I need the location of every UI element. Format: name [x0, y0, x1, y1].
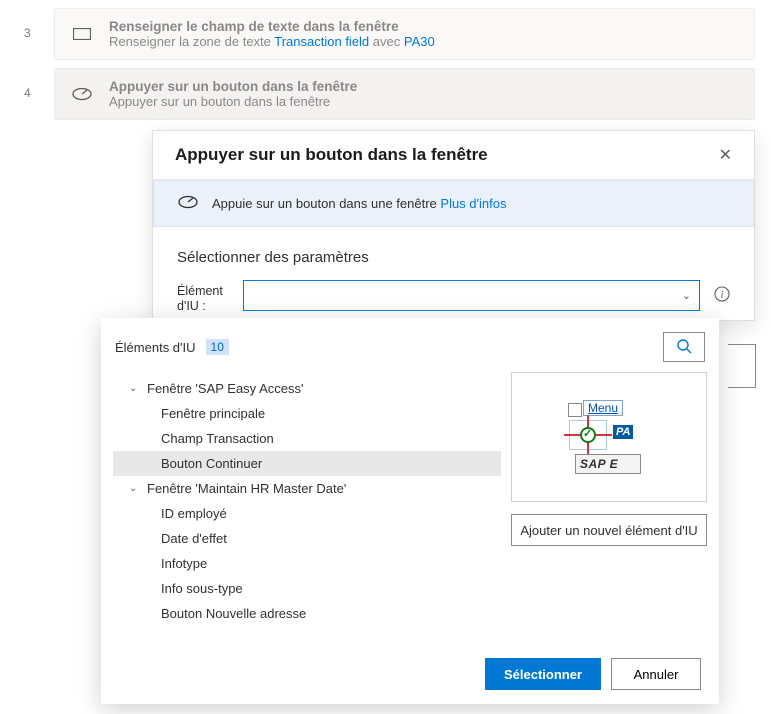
- action-dialog: Appuyer sur un bouton dans la fenêtre ✕ …: [152, 130, 755, 321]
- info-text: Appuie sur un bouton dans une fenêtre Pl…: [212, 196, 506, 211]
- preview-column: Menu PA SAP E Ajouter un nouvel élément …: [511, 372, 707, 644]
- step-4: 4 Appuyer sur un bouton dans la fenêtre …: [0, 68, 771, 128]
- check-icon: [580, 427, 596, 443]
- info-icon[interactable]: i: [714, 286, 730, 305]
- tree-item[interactable]: Date d'effet: [113, 526, 501, 551]
- picker-body: ⌄ Fenêtre 'SAP Easy Access' Fenêtre prin…: [101, 372, 719, 644]
- picker-footer: Sélectionner Annuler: [101, 644, 719, 704]
- info-bar: Appuie sur un bouton dans une fenêtre Pl…: [153, 180, 754, 227]
- ui-element-select[interactable]: ⌄: [243, 280, 700, 311]
- step-card[interactable]: Renseigner le champ de texte dans la fen…: [54, 8, 755, 60]
- more-info-link[interactable]: Plus d'infos: [440, 196, 506, 211]
- preview-menu-label: Menu: [583, 400, 623, 416]
- step-card[interactable]: Appuyer sur un bouton dans la fenêtre Ap…: [54, 68, 755, 120]
- step-number: 4: [24, 68, 36, 100]
- textbox-icon: [71, 25, 93, 43]
- button-press-icon: [71, 85, 93, 103]
- picker-title: Éléments d'IU: [115, 340, 196, 355]
- ui-tree: ⌄ Fenêtre 'SAP Easy Access' Fenêtre prin…: [113, 372, 501, 644]
- step-number: 3: [24, 8, 36, 40]
- dialog-header: Appuyer sur un bouton dans la fenêtre ✕: [153, 131, 754, 180]
- dialog-title: Appuyer sur un bouton dans la fenêtre: [175, 145, 488, 165]
- tree-item[interactable]: Fenêtre principale: [113, 401, 501, 426]
- chevron-down-icon: ⌄: [129, 383, 139, 394]
- search-icon: [676, 338, 692, 357]
- tree-item[interactable]: Champ Transaction: [113, 426, 501, 451]
- tree-item[interactable]: Bouton Nouvelle adresse: [113, 601, 501, 626]
- add-ui-element-button[interactable]: Ajouter un nouvel élément d'IU: [511, 514, 707, 546]
- preview-target-highlight: [569, 420, 607, 450]
- count-badge: 10: [206, 339, 229, 355]
- svg-text:i: i: [720, 289, 723, 301]
- tree-item[interactable]: Infotype: [113, 551, 501, 576]
- tree-item[interactable]: ID employé: [113, 501, 501, 526]
- picker-header: Éléments d'IU 10: [101, 318, 719, 372]
- step-3: 3 Renseigner le champ de texte dans la f…: [0, 8, 771, 68]
- transaction-field-link[interactable]: Transaction field: [274, 34, 369, 49]
- button-press-icon: [178, 195, 198, 212]
- cancel-button[interactable]: Annuler: [611, 658, 701, 690]
- chevron-down-icon: ⌄: [129, 483, 139, 494]
- tree-item[interactable]: Info sous-type: [113, 576, 501, 601]
- step-content: Appuyer sur un bouton dans la fenêtre Ap…: [109, 79, 738, 109]
- step-subtitle: Appuyer sur un bouton dans la fenêtre: [109, 94, 738, 109]
- preview-box: Menu PA SAP E: [511, 372, 707, 502]
- close-button[interactable]: ✕: [719, 145, 732, 165]
- ui-element-picker: Éléments d'IU 10 ⌄ Fenêtre 'SAP Easy Acc…: [101, 318, 719, 704]
- search-button[interactable]: [663, 332, 705, 362]
- step-list: 3 Renseigner le champ de texte dans la f…: [0, 0, 771, 128]
- preview-sap-label: SAP E: [575, 454, 641, 474]
- close-icon: ✕: [719, 147, 732, 164]
- step-content: Renseigner le champ de texte dans la fen…: [109, 19, 738, 49]
- step-title: Renseigner le champ de texte dans la fen…: [109, 19, 738, 34]
- partial-button: [728, 344, 756, 388]
- step-title: Appuyer sur un bouton dans la fenêtre: [109, 79, 738, 94]
- tree-item-bouton-continuer[interactable]: Bouton Continuer: [113, 451, 501, 476]
- params-section: Sélectionner des paramètres Élément d'IU…: [153, 227, 754, 320]
- select-button[interactable]: Sélectionner: [485, 658, 601, 690]
- chevron-down-icon: ⌄: [682, 289, 691, 302]
- tree-window-maintain-hr[interactable]: ⌄ Fenêtre 'Maintain HR Master Date': [113, 476, 501, 501]
- step-value: PA30: [404, 34, 435, 49]
- tree-window-sap-easy-access[interactable]: ⌄ Fenêtre 'SAP Easy Access': [113, 376, 501, 401]
- preview-thumbnail: Menu PA SAP E: [569, 398, 649, 476]
- step-subtitle: Renseigner la zone de texte Transaction …: [109, 34, 738, 49]
- param-label: Élément d'IU :: [177, 280, 229, 314]
- section-title: Sélectionner des paramètres: [177, 249, 730, 266]
- preview-pa-label: PA: [613, 425, 633, 439]
- param-row: Élément d'IU : ⌄ i: [177, 280, 730, 314]
